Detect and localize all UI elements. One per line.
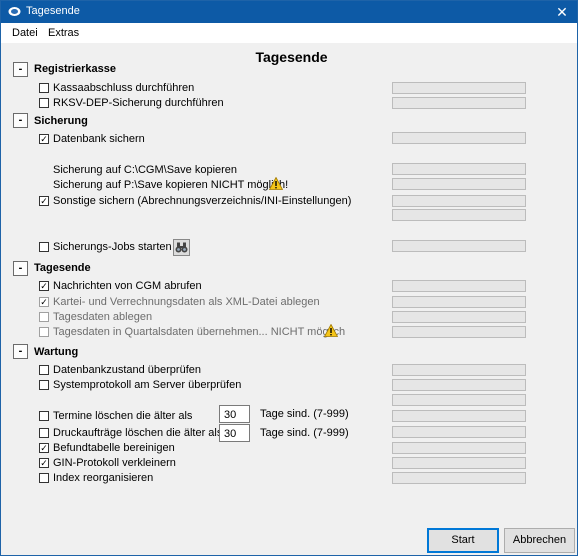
progress-sonstige-1 (392, 195, 526, 207)
termine-days-input[interactable]: 30 (219, 405, 250, 423)
warning-icon (324, 324, 338, 337)
progress-gin-protokoll (392, 457, 526, 469)
quartalsdaten-checkbox[interactable] (39, 327, 49, 337)
rksv-checkbox[interactable] (39, 98, 49, 108)
progress-copy-c (392, 163, 526, 175)
termine-loeschen-label: Termine löschen die älter als (53, 410, 193, 422)
progress-systemprotokoll-1 (392, 379, 526, 391)
menu-extras[interactable]: Extras (48, 27, 79, 39)
progress-tagesdaten-ablegen (392, 311, 526, 323)
progress-termine (392, 410, 526, 422)
systemprotokoll-label: Systemprotokoll am Server überprüfen (53, 379, 242, 391)
progress-sicherungs-jobs (392, 240, 526, 252)
copy-p-label: Sicherung auf P:\Save kopieren NICHT mög… (53, 179, 289, 191)
tagesende-window: Tagesende ✕ Datei Extras Tagesende - Reg… (0, 0, 578, 556)
kassaabschluss-label: Kassaabschluss durchführen (53, 82, 195, 94)
close-icon[interactable]: ✕ (547, 1, 577, 23)
progress-nachrichten (392, 280, 526, 292)
sicherungs-jobs-checkbox[interactable] (39, 242, 49, 252)
title-bar: Tagesende ✕ (1, 1, 577, 23)
progress-sonstige-2 (392, 209, 526, 221)
rksv-label: RKSV-DEP-Sicherung durchführen (53, 97, 224, 109)
gin-protokoll-checkbox[interactable]: ✓ (39, 458, 49, 468)
section-title-registrierkasse: Registrierkasse (34, 63, 116, 75)
collapse-tagesende-button[interactable]: - (13, 261, 28, 276)
systemprotokoll-checkbox[interactable] (39, 380, 49, 390)
xml-ablegen-checkbox[interactable]: ✓ (39, 297, 49, 307)
datenbankzustand-checkbox[interactable] (39, 365, 49, 375)
druck-days-suffix: Tage sind. (7-999) (260, 427, 349, 439)
warning-icon (269, 177, 283, 190)
progress-befundtabelle (392, 442, 526, 454)
nachrichten-label: Nachrichten von CGM abrufen (53, 280, 202, 292)
gin-protokoll-label: GIN-Protokoll verkleinern (53, 457, 176, 469)
sicherungs-jobs-label: Sicherungs-Jobs starten (53, 241, 172, 253)
progress-datenbankzustand (392, 364, 526, 376)
termine-loeschen-checkbox[interactable] (39, 411, 49, 421)
section-title-wartung: Wartung (34, 346, 79, 358)
progress-index (392, 472, 526, 484)
tagesdaten-ablegen-checkbox[interactable] (39, 312, 49, 322)
xml-ablegen-label: Kartei- und Verrechnungsdaten als XML-Da… (53, 296, 320, 308)
progress-druck (392, 426, 526, 438)
section-title-tagesende: Tagesende (34, 262, 91, 274)
collapse-wartung-button[interactable]: - (13, 344, 28, 359)
index-reorganisieren-label: Index reorganisieren (53, 472, 154, 484)
termine-days-suffix: Tage sind. (7-999) (260, 408, 349, 420)
sonstige-sichern-label: Sonstige sichern (Abrechnungsverzeichnis… (53, 195, 352, 207)
kassaabschluss-checkbox[interactable] (39, 83, 49, 93)
tagesdaten-ablegen-label: Tagesdaten ablegen (53, 311, 153, 323)
befundtabelle-label: Befundtabelle bereinigen (53, 442, 175, 454)
datenbank-sichern-label: Datenbank sichern (53, 133, 145, 145)
datenbankzustand-label: Datenbankzustand überprüfen (53, 364, 201, 376)
quartalsdaten-label: Tagesdaten in Quartalsdaten übernehmen..… (53, 326, 346, 338)
copy-c-label: Sicherung auf C:\CGM\Save kopieren (53, 164, 238, 176)
app-icon (8, 7, 21, 16)
progress-xml-ablegen (392, 296, 526, 308)
progress-systemprotokoll-2 (392, 394, 526, 406)
nachrichten-checkbox[interactable]: ✓ (39, 281, 49, 291)
collapse-registrierkasse-button[interactable]: - (13, 62, 28, 77)
progress-rksv (392, 97, 526, 109)
start-button[interactable]: Start (427, 528, 499, 553)
datenbank-sichern-checkbox[interactable]: ✓ (39, 134, 49, 144)
progress-quartalsdaten (392, 326, 526, 338)
collapse-sicherung-button[interactable]: - (13, 113, 28, 128)
find-jobs-button[interactable] (173, 239, 190, 256)
menu-datei[interactable]: Datei (12, 27, 38, 39)
befundtabelle-checkbox[interactable]: ✓ (39, 443, 49, 453)
binoculars-icon (175, 242, 188, 253)
index-reorganisieren-checkbox[interactable] (39, 473, 49, 483)
druck-days-input[interactable]: 30 (219, 424, 250, 442)
progress-datenbank-sichern (392, 132, 526, 144)
druck-loeschen-checkbox[interactable] (39, 428, 49, 438)
cancel-button[interactable]: Abbrechen (504, 528, 575, 553)
druck-loeschen-label: Druckaufträge löschen die älter als (53, 427, 223, 439)
window-title: Tagesende (26, 5, 80, 17)
section-title-sicherung: Sicherung (34, 115, 88, 127)
progress-copy-p (392, 178, 526, 190)
sonstige-sichern-checkbox[interactable]: ✓ (39, 196, 49, 206)
progress-kassaabschluss (392, 82, 526, 94)
menu-bar: Datei Extras (1, 23, 577, 43)
